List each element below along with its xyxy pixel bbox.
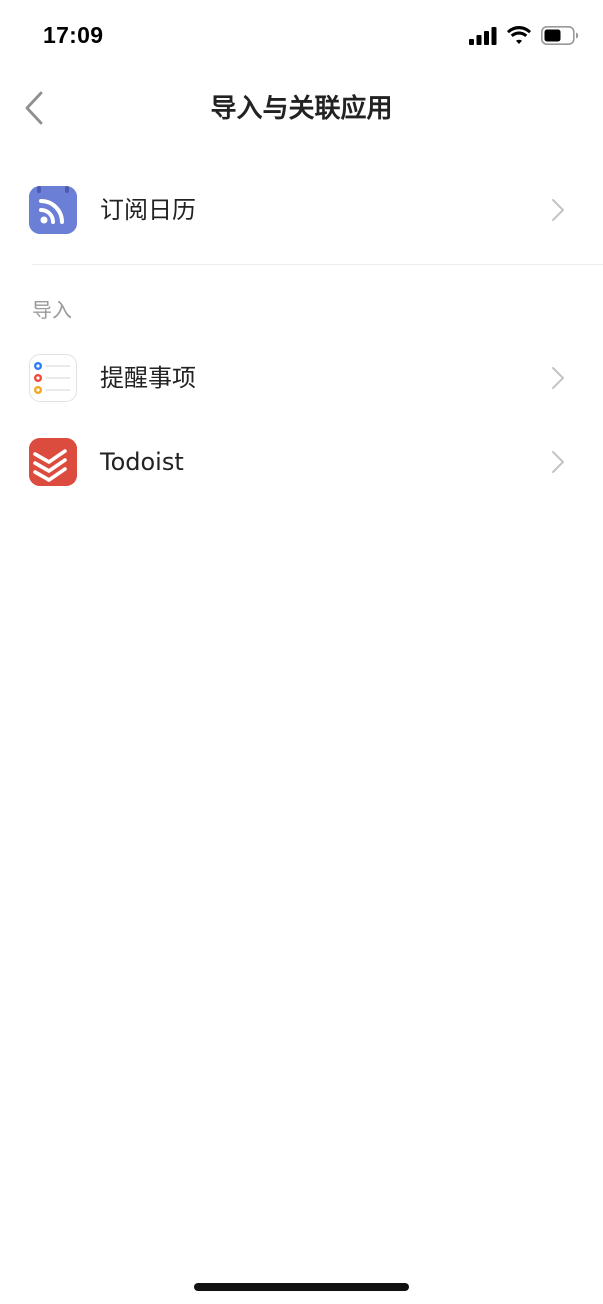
- reminders-app-icon: [29, 354, 77, 402]
- battery-icon: [541, 26, 579, 45]
- import-item-todoist[interactable]: Todoist: [0, 420, 603, 504]
- section-header-import: 导入: [32, 298, 72, 322]
- import-item-label: 提醒事项: [100, 364, 196, 392]
- chevron-right-icon: [552, 451, 564, 473]
- todoist-app-icon: [29, 438, 77, 486]
- import-list: 提醒事项 Todoist: [0, 336, 603, 504]
- divider: [32, 264, 603, 265]
- status-icons: [469, 26, 579, 45]
- subscribe-calendar-row[interactable]: 订阅日历: [0, 168, 603, 252]
- subscribe-list: 订阅日历: [0, 168, 603, 252]
- rss-calendar-icon: [29, 186, 77, 234]
- nav-bar: 导入与关联应用: [0, 74, 603, 140]
- status-time: 17:09: [43, 22, 104, 48]
- signal-icon: [469, 26, 497, 45]
- chevron-right-icon: [552, 367, 564, 389]
- subscribe-calendar-label: 订阅日历: [100, 196, 196, 224]
- wifi-icon: [507, 26, 531, 44]
- page-title: 导入与关联应用: [210, 94, 393, 124]
- chevron-right-icon: [552, 199, 564, 221]
- status-bar: 17:09: [0, 0, 603, 74]
- import-item-label: Todoist: [100, 448, 184, 476]
- home-indicator[interactable]: [194, 1283, 409, 1291]
- import-item-reminders[interactable]: 提醒事项: [0, 336, 603, 420]
